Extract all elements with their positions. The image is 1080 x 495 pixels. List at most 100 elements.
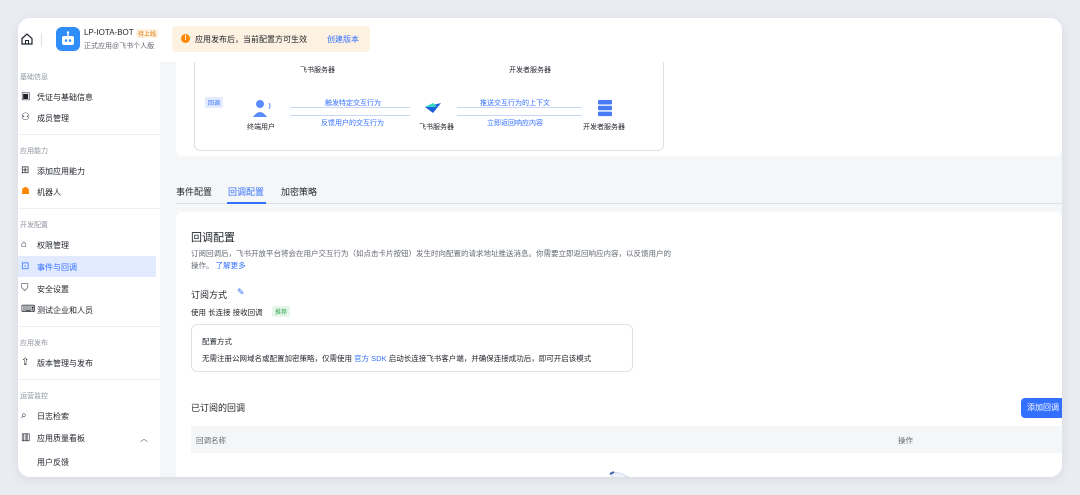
- sidebar-item-quality[interactable]: ▥ 应用质量看板: [18, 427, 156, 448]
- sidebar-item-add-ability[interactable]: ⊞ 添加应用能力: [18, 160, 156, 181]
- app-name: LP-IOTA-BOT: [84, 28, 134, 37]
- edit-icon[interactable]: ✎: [237, 287, 245, 298]
- home-icon[interactable]: [20, 32, 34, 46]
- add-callback-button[interactable]: 添加回调: [1021, 398, 1062, 418]
- id-card-icon: ▣: [21, 91, 31, 102]
- create-version-link[interactable]: 创建版本: [327, 34, 359, 45]
- shield-icon: ⛉: [21, 283, 29, 294]
- sidebar-item-label: 测试企业和人员: [37, 306, 93, 315]
- lock-icon: ⌂: [21, 239, 28, 250]
- active-tab-indicator: [227, 202, 266, 204]
- config-mode-box: 配置方式 无需注册公网域名或配置加密策略，仅需使用 官方 SDK 启动长连接飞书…: [191, 324, 633, 372]
- chevron-up-icon[interactable]: ︿: [140, 433, 148, 444]
- notice-text: 应用发布后，当前配置方可生效: [195, 35, 307, 44]
- callback-config-card: 回调配置 订阅回调后，飞书开放平台将会在用户交互行为（如点击卡片按钮）发生时向配…: [176, 212, 1062, 477]
- sidebar-item-label: 添加应用能力: [37, 167, 85, 176]
- warning-icon: !: [181, 34, 190, 43]
- learn-more-link[interactable]: 了解更多: [216, 261, 246, 270]
- sidebar-item-members[interactable]: ⚇ 成员管理: [18, 107, 156, 128]
- sidebar-item-label: 成员管理: [37, 114, 69, 123]
- config-mode-desc: 无需注册公网域名或配置加密策略，仅需使用 官方 SDK 启动长连接飞书客户端，并…: [202, 353, 591, 364]
- event-icon: ⊡: [21, 261, 30, 272]
- sidebar-item-test-org[interactable]: ⌨ 测试企业和人员: [18, 299, 156, 320]
- description-text: 订阅回调后，飞书开放平台将会在用户交互行为（如点击卡片按钮）发生时向配置的请求地…: [191, 249, 671, 270]
- diagram-arrow-respond: 立即返回响应内容: [487, 120, 543, 127]
- subscription-mode-title: 订阅方式: [191, 290, 228, 300]
- sidebar-item-logs[interactable]: ⌕ 日志检索: [18, 405, 156, 426]
- arrow-line: [457, 115, 582, 116]
- mode-desc-pre: 无需注册公网域名或配置加密策略，仅需使用: [202, 354, 355, 363]
- sidebar-group-basic: 基础信息: [20, 74, 48, 81]
- diagram-label-dev: 开发者服务器: [583, 124, 625, 131]
- arrow-line: [290, 115, 410, 116]
- sidebar-item-label: 日志检索: [37, 412, 69, 421]
- code-icon: ⌨: [21, 304, 36, 315]
- subscription-mode-value: 使用 长连接 接收回调: [191, 308, 263, 317]
- sidebar-subitem-feedback[interactable]: 用户反馈: [37, 457, 69, 468]
- config-description: 订阅回调后，飞书开放平台将会在用户交互行为（如点击卡片按钮）发生时向配置的请求地…: [191, 248, 671, 272]
- user-icon: [253, 100, 271, 117]
- sidebar: 基础信息 ▣ 凭证与基础信息 ⚇ 成员管理 应用能力 ⊞ 添加应用能力 ☗ 机器…: [18, 62, 160, 477]
- user-icon: ⚇: [21, 112, 30, 123]
- bar-chart-icon: ▥: [21, 432, 31, 443]
- column-callback-name: 回调名称: [196, 436, 226, 445]
- sidebar-divider: [18, 379, 160, 380]
- diagram-label-feishu: 飞书服务器: [419, 124, 454, 131]
- diagram-label-dev-top: 开发者服务器: [509, 67, 551, 74]
- upload-icon: ⇪: [21, 357, 30, 368]
- sidebar-item-label: 应用质量看板: [37, 434, 85, 443]
- page-title: 回调配置: [191, 232, 235, 244]
- sidebar-item-label: 凭证与基础信息: [37, 93, 93, 102]
- sidebar-group-ops: 运营监控: [20, 393, 48, 400]
- app-logo-icon: [56, 27, 80, 51]
- subscribed-callbacks-title: 已订阅的回调: [191, 403, 246, 413]
- sidebar-item-events[interactable]: ⊡ 事件与回调: [18, 256, 156, 277]
- sidebar-item-permissions[interactable]: ⌂ 权限管理: [18, 234, 156, 255]
- log-search-icon: ⌕: [21, 410, 27, 421]
- callback-diagram-card: 飞书服务器 开发者服务器 回调 终端用户 触发特定交互行为 反馈用户的交互行为: [176, 62, 1062, 156]
- sidebar-item-label: 事件与回调: [37, 263, 77, 272]
- mode-desc-post: 启动长连接飞书客户端，并确保连接成功后，即可开启该模式: [388, 354, 592, 363]
- recommended-badge: 推荐: [272, 306, 291, 317]
- sidebar-item-label: 权限管理: [37, 241, 69, 250]
- topbar-divider: [41, 33, 42, 47]
- feishu-logo-icon: [425, 103, 441, 113]
- diagram-label-user: 终端用户: [247, 124, 275, 131]
- server-icon: [598, 100, 612, 117]
- sidebar-group-release: 应用发布: [20, 340, 48, 347]
- sidebar-item-label: 安全设置: [37, 285, 69, 294]
- sidebar-divider: [18, 208, 160, 209]
- diagram-arrow-feedback: 反馈用户的交互行为: [321, 120, 384, 127]
- tab-callbacks[interactable]: 回调配置: [228, 185, 264, 198]
- app-status-badge: 待上线: [136, 29, 159, 38]
- callback-tag: 回调: [205, 97, 224, 108]
- tab-encryption[interactable]: 加密策略: [281, 185, 317, 198]
- sidebar-group-dev: 开发配置: [20, 222, 48, 229]
- sidebar-group-ability: 应用能力: [20, 148, 48, 155]
- sidebar-item-security[interactable]: ⛉ 安全设置: [18, 278, 156, 299]
- top-bar: LP-IOTA-BOT 待上线 正式应用@飞书个人版 ! 应用发布后，当前配置方…: [18, 18, 1062, 62]
- official-sdk-link[interactable]: 官方 SDK: [354, 354, 387, 363]
- sidebar-item-bot[interactable]: ☗ 机器人: [18, 181, 156, 202]
- sidebar-divider: [18, 134, 160, 135]
- publish-notice: ! 应用发布后，当前配置方可生效 创建版本: [172, 26, 370, 52]
- app-subtitle: 正式应用@飞书个人版: [84, 43, 155, 50]
- sidebar-item-label: 版本管理与发布: [37, 359, 93, 368]
- sidebar-divider: [18, 326, 160, 327]
- sidebar-item-version[interactable]: ⇪ 版本管理与发布: [18, 352, 156, 373]
- callback-table-header: 回调名称 操作: [191, 426, 1062, 453]
- main-content: 飞书服务器 开发者服务器 回调 终端用户 触发特定交互行为 反馈用户的交互行为: [160, 62, 1062, 477]
- robot-icon: ☗: [21, 186, 30, 197]
- sidebar-item-credentials[interactable]: ▣ 凭证与基础信息: [18, 86, 156, 107]
- sidebar-item-label: 机器人: [37, 188, 61, 197]
- config-mode-title: 配置方式: [202, 337, 232, 346]
- arrow-line: [457, 107, 582, 108]
- column-action: 操作: [898, 436, 913, 445]
- tab-events[interactable]: 事件配置: [176, 185, 212, 198]
- arrow-line: [290, 107, 410, 108]
- empty-state-illustration: [609, 471, 630, 477]
- app-window: LP-IOTA-BOT 待上线 正式应用@飞书个人版 ! 应用发布后，当前配置方…: [18, 18, 1062, 477]
- callback-diagram: 飞书服务器 开发者服务器 回调 终端用户 触发特定交互行为 反馈用户的交互行为: [194, 62, 664, 151]
- diagram-label-feishu-top: 飞书服务器: [300, 67, 335, 74]
- grid-plus-icon: ⊞: [21, 165, 30, 176]
